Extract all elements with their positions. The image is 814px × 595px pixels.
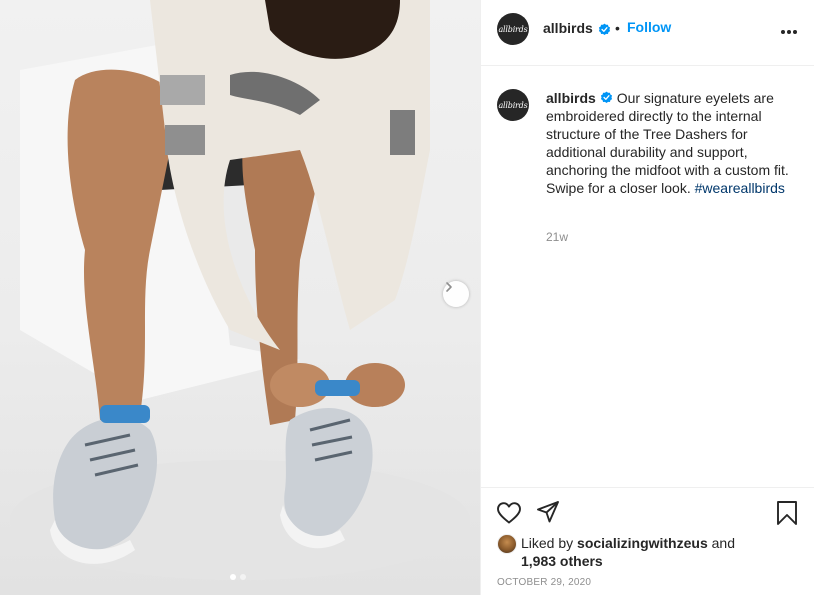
caption-hashtag-link[interactable]: #weareallbirds: [695, 180, 785, 196]
liked-by-avatar[interactable]: [497, 534, 517, 554]
avatar-logo-text: allbirds: [498, 24, 528, 34]
verified-badge-icon: [598, 23, 611, 36]
heart-icon[interactable]: [496, 501, 522, 525]
carousel-dot-active: [230, 574, 236, 580]
post-date[interactable]: OCTOBER 29, 2020: [497, 577, 591, 588]
carousel-indicator: [230, 574, 246, 580]
account-username[interactable]: allbirds: [543, 20, 593, 36]
verified-badge-icon: [600, 91, 612, 104]
paper-plane-icon[interactable]: [536, 500, 560, 524]
post-media[interactable]: [0, 0, 480, 595]
carousel-dot: [240, 574, 246, 580]
more-options-icon[interactable]: [781, 24, 797, 40]
caption-avatar[interactable]: allbirds: [497, 89, 529, 121]
post-side-panel: allbirds allbirds • Follow allbirds allb…: [480, 0, 814, 595]
carousel-next-button[interactable]: [443, 281, 469, 307]
post-photo: [10, 0, 470, 580]
caption-username[interactable]: allbirds: [546, 90, 596, 106]
account-avatar[interactable]: allbirds: [497, 13, 529, 45]
post-actions-section: Liked by socializingwithzeus and 1,983 o…: [481, 487, 814, 595]
chevron-right-icon: [446, 282, 452, 292]
header-separator: •: [615, 20, 620, 36]
avatar-logo-text: allbirds: [498, 100, 528, 110]
likes-user-link[interactable]: socializingwithzeus: [577, 535, 708, 551]
caption-text: allbirds Our signature eyelets are embro…: [546, 89, 806, 197]
likes-conjunction: and: [711, 535, 735, 551]
post-header: allbirds allbirds • Follow: [481, 0, 814, 66]
follow-button[interactable]: Follow: [627, 19, 671, 35]
bookmark-icon[interactable]: [776, 500, 798, 526]
likes-prefix: Liked by: [521, 535, 574, 551]
likes-others-link[interactable]: 1,983 others: [521, 553, 603, 569]
likes-summary: Liked by socializingwithzeus and 1,983 o…: [521, 534, 801, 570]
caption-time-ago[interactable]: 21w: [546, 230, 568, 244]
